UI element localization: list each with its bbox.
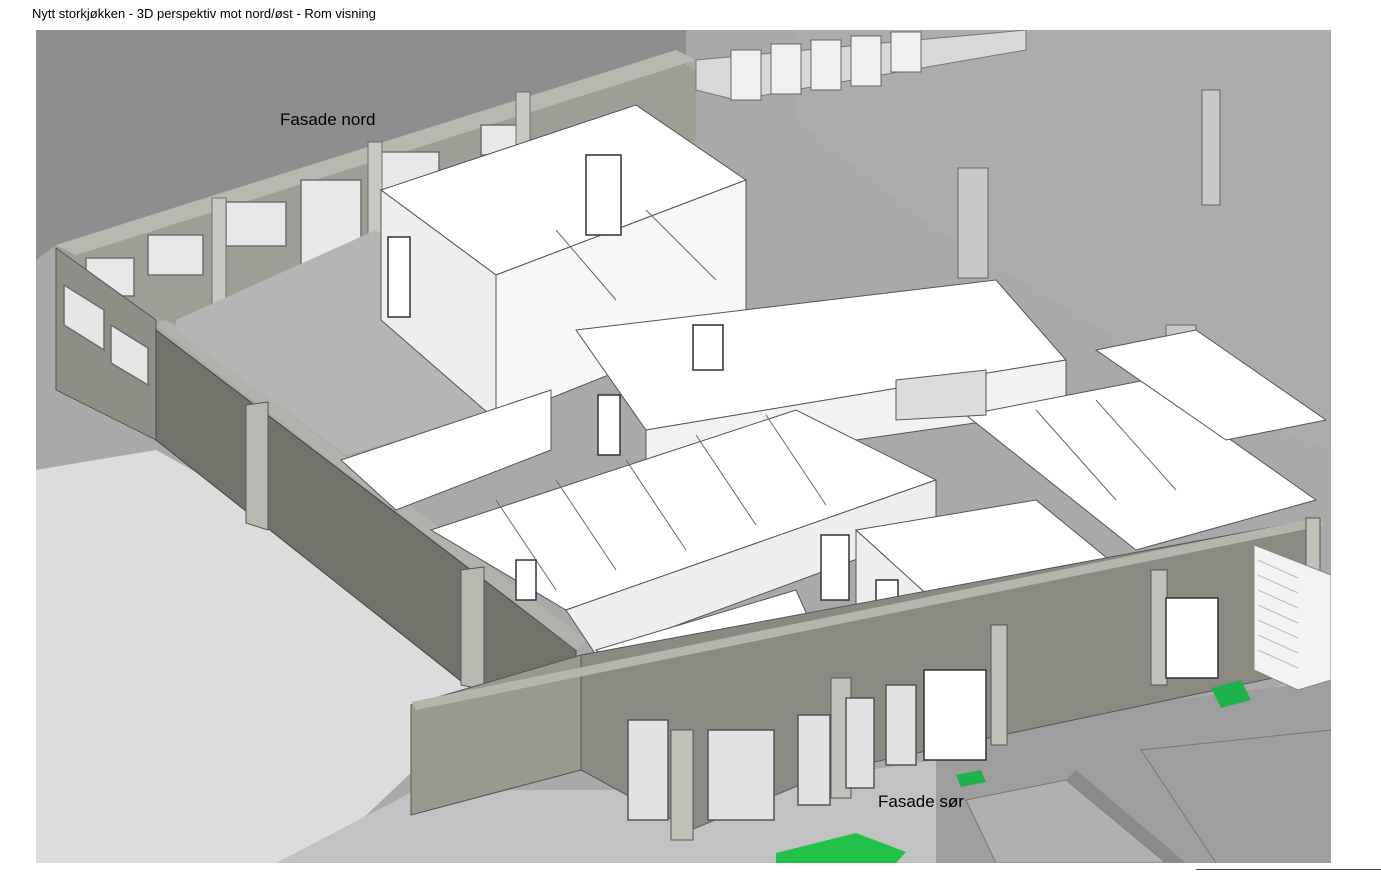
- label-fasade-nord: Fasade nord: [280, 110, 376, 129]
- building-3d-view: [36, 30, 1331, 863]
- footer-rule: [1196, 869, 1381, 870]
- label-fasade-sor: Fasade sør: [878, 792, 964, 811]
- page-title: Nytt storkjøkken - 3D perspektiv mot nor…: [32, 6, 376, 21]
